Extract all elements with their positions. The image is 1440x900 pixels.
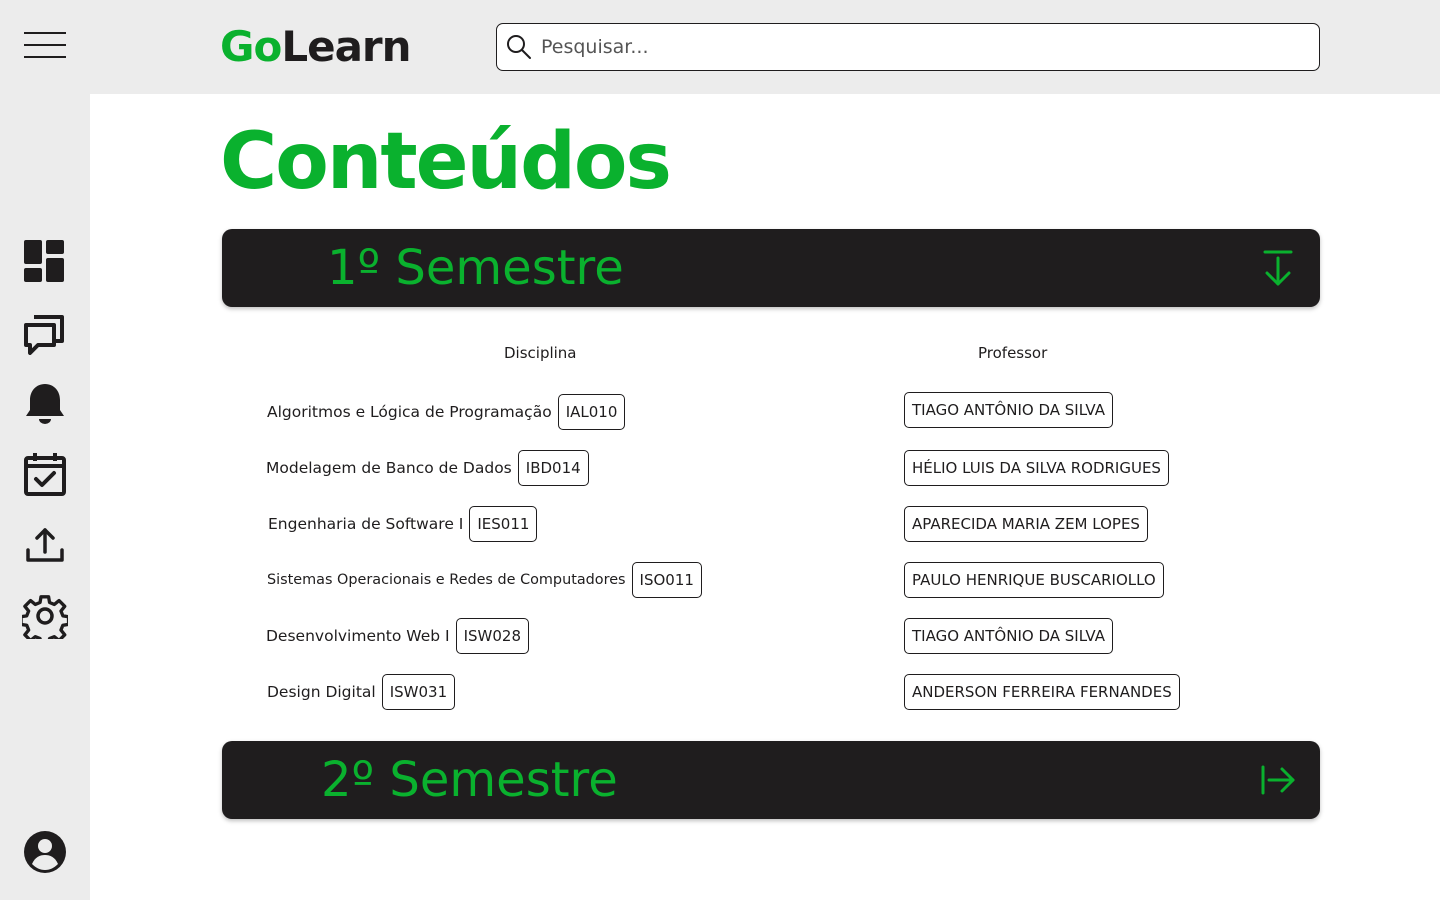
discipline-code[interactable]: ISW028 [455,618,530,654]
sidebar [0,0,90,900]
professor-tag[interactable]: TIAGO ANTÔNIO DA SILVA [904,392,1113,428]
chat-icon[interactable] [22,309,68,355]
upload-icon[interactable] [22,522,68,568]
bell-icon[interactable] [22,380,68,426]
top-bar: GoLearn [90,0,1440,94]
discipline-code[interactable]: IBD014 [517,450,589,486]
professor-tag[interactable]: PAULO HENRIQUE BUSCARIOLLO [904,562,1164,598]
discipline-code[interactable]: ISW031 [381,674,456,710]
semester-2-header[interactable]: 2º Semestre [222,741,1320,819]
arrow-down-icon [1263,250,1293,286]
professor-tag[interactable]: ANDERSON FERREIRA FERNANDES [904,674,1180,710]
menu-icon[interactable] [24,30,66,60]
discipline-name: Sistemas Operacionais e Redes de Computa… [267,572,626,588]
logo-go: Go [220,22,282,71]
page-title: Conteúdos [220,117,672,207]
column-header-discipline: Disciplina [504,344,577,362]
discipline-name: Design Digital [267,683,376,701]
discipline-row: Sistemas Operacionais e Redes de Computa… [267,562,702,598]
user-avatar-icon[interactable] [22,829,68,875]
discipline-row: Modelagem de Banco de Dados IBD014 [266,450,589,486]
search-bar [496,23,1320,71]
discipline-code[interactable]: IES011 [469,506,538,542]
logo-learn: Learn [281,22,411,71]
main-content: Conteúdos 1º Semestre Disciplina Profess… [90,94,1440,900]
professor-tag[interactable]: APARECIDA MARIA ZEM LOPES [904,506,1148,542]
discipline-code[interactable]: IAL010 [557,394,626,430]
semester-2-label: 2º Semestre [321,752,618,808]
discipline-row: Engenharia de Software I IES011 [268,506,538,542]
semester-1-label: 1º Semestre [327,240,624,296]
discipline-row: Algoritmos e Lógica de Programação IAL01… [267,394,626,430]
discipline-name: Algoritmos e Lógica de Programação [267,403,552,421]
discipline-name: Engenharia de Software I [268,515,464,533]
professor-tag[interactable]: HÉLIO LUIS DA SILVA RODRIGUES [904,450,1169,486]
discipline-row: Design Digital ISW031 [267,674,456,710]
discipline-row: Desenvolvimento Web I ISW028 [266,618,530,654]
golearn-logo[interactable]: GoLearn [220,20,412,74]
gear-icon[interactable] [22,593,68,639]
discipline-name: Modelagem de Banco de Dados [266,459,512,477]
column-header-professor: Professor [978,344,1048,362]
professor-tag[interactable]: TIAGO ANTÔNIO DA SILVA [904,618,1113,654]
dashboard-icon[interactable] [22,238,68,284]
calendar-check-icon[interactable] [22,451,68,497]
discipline-name: Desenvolvimento Web I [266,627,450,645]
discipline-code[interactable]: ISO011 [631,562,702,598]
search-input[interactable] [541,36,1301,58]
semester-1-header[interactable]: 1º Semestre [222,229,1320,307]
search-icon [507,35,531,59]
arrow-right-bar-icon [1261,765,1295,795]
